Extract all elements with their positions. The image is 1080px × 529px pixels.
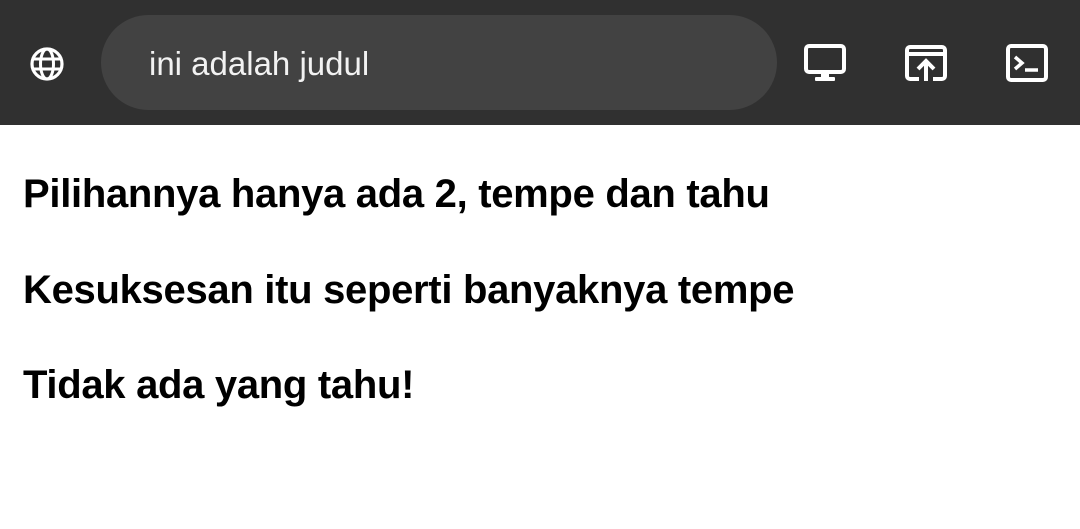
browser-toolbar: ini adalah judul <box>0 0 1080 125</box>
heading-line-3: Tidak ada yang tahu! <box>23 363 415 407</box>
heading-line-1: Pilihannya hanya ada 2, tempe dan tahu <box>23 172 770 216</box>
desktop-icon <box>804 44 846 81</box>
terminal-icon <box>1006 44 1048 82</box>
terminal-button[interactable] <box>1005 41 1049 85</box>
heading-line-2: Kesuksesan itu seperti banyaknya tempe <box>23 268 795 312</box>
open-in-browser-icon <box>905 45 947 81</box>
globe-icon[interactable] <box>27 45 67 83</box>
desktop-view-button[interactable] <box>803 41 847 85</box>
page-title: ini adalah judul <box>149 45 370 82</box>
address-bar[interactable]: ini adalah judul <box>101 15 777 110</box>
open-in-browser-button[interactable] <box>904 41 948 85</box>
